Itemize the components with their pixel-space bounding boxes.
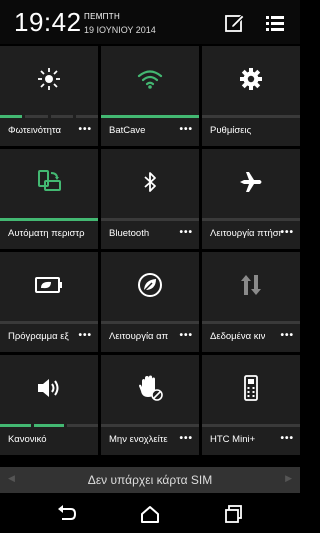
recents-icon[interactable] <box>224 505 244 523</box>
more-icon[interactable]: ••• <box>179 125 193 135</box>
tile-label: BatCave <box>109 125 146 136</box>
more-icon[interactable]: ••• <box>179 331 193 341</box>
tile-sound-profile[interactable]: Κανονικό <box>0 355 99 455</box>
wifi-icon <box>101 66 199 92</box>
bluetooth-icon <box>101 169 199 195</box>
tile-label: Αυτόματη περιστρ <box>8 228 85 239</box>
tile-label: Ρυθμίσεις <box>210 125 252 136</box>
active-indicator <box>0 218 98 221</box>
brightness-icon <box>0 66 98 92</box>
volume-icon <box>0 375 98 401</box>
tile-do-not-disturb[interactable]: Μην ενοχλείτε ••• <box>101 355 199 455</box>
indicator <box>101 321 199 324</box>
tile-airplane-mode[interactable]: Λειτουργία πτήσης ••• <box>202 149 300 249</box>
htc-mini-icon <box>202 375 300 401</box>
gear-icon <box>202 66 300 92</box>
tile-label: HTC Mini+ <box>210 434 256 445</box>
tile-label: Πρόγραμμα εξ <box>8 331 69 342</box>
indicator <box>0 321 98 324</box>
more-icon[interactable]: ••• <box>78 125 92 135</box>
more-icon[interactable]: ••• <box>179 228 193 238</box>
airplane-icon <box>202 169 300 195</box>
weekday: ΠΕΜΠΤΗ <box>84 12 121 21</box>
chevron-left-icon: ◀ <box>8 473 15 483</box>
indicator <box>101 218 199 221</box>
home-icon[interactable] <box>140 505 160 523</box>
status-header: 19:42 ΠΕΜΠΤΗ 19 ΙΟΥΝΙΟΥ 2014 <box>0 0 300 44</box>
tile-label: Λειτουργία απ <box>109 331 169 342</box>
edit-icon[interactable] <box>224 12 246 34</box>
indicator <box>101 424 199 427</box>
extreme-power-icon <box>101 272 199 298</box>
indicator <box>202 321 300 324</box>
tile-mobile-data[interactable]: Δεδομένα κιν ••• <box>202 252 300 352</box>
tile-label: Κανονικό <box>8 434 47 445</box>
tile-settings[interactable]: Ρυθμίσεις <box>202 46 300 146</box>
tile-htc-mini[interactable]: HTC Mini+ ••• <box>202 355 300 455</box>
brightness-level <box>0 115 98 118</box>
tile-label: Δεδομένα κιν <box>210 331 266 342</box>
date-block[interactable]: ΠΕΜΠΤΗ 19 ΙΟΥΝΙΟΥ 2014 <box>84 12 156 36</box>
tile-label: Λειτουργία πτήσης <box>210 228 282 239</box>
tile-label: Bluetooth <box>109 228 150 239</box>
more-icon[interactable]: ••• <box>280 434 294 444</box>
back-icon[interactable] <box>57 505 77 523</box>
indicator <box>202 424 300 427</box>
more-icon[interactable]: ••• <box>280 228 294 238</box>
indicator <box>202 218 300 221</box>
active-indicator <box>101 115 199 118</box>
sim-message: Δεν υπάρχει κάρτα SIM <box>87 473 213 487</box>
more-icon[interactable]: ••• <box>78 331 92 341</box>
auto-rotate-icon <box>0 169 98 195</box>
tile-wifi[interactable]: BatCave ••• <box>101 46 199 146</box>
power-saver-icon <box>0 272 98 298</box>
chevron-right-icon: ▶ <box>285 473 292 483</box>
navigation-bar <box>0 496 300 533</box>
tile-label: Φωτεινότητα <box>8 125 62 136</box>
tile-extreme-power[interactable]: Λειτουργία απ ••• <box>101 252 199 352</box>
more-icon[interactable]: ••• <box>179 434 193 444</box>
tile-auto-rotate[interactable]: Αυτόματη περιστρ <box>0 149 98 249</box>
more-icon[interactable]: ••• <box>280 331 294 341</box>
tile-brightness[interactable]: Φωτεινότητα ••• <box>0 46 98 146</box>
tile-power-saver[interactable]: Πρόγραμμα εξ ••• <box>0 252 98 352</box>
clock[interactable]: 19:42 <box>14 7 82 37</box>
indicator <box>202 115 300 118</box>
date: 19 ΙΟΥΝΙΟΥ 2014 <box>84 25 156 35</box>
mobile-data-icon <box>202 272 300 298</box>
tile-label: Μην ενοχλείτε <box>109 434 168 445</box>
sim-status-bar: ◀ Δεν υπάρχει κάρτα SIM ▶ <box>0 467 300 493</box>
tile-bluetooth[interactable]: Bluetooth ••• <box>101 149 199 249</box>
list-icon[interactable] <box>264 12 286 34</box>
do-not-disturb-icon <box>101 375 199 401</box>
volume-level <box>0 424 99 427</box>
